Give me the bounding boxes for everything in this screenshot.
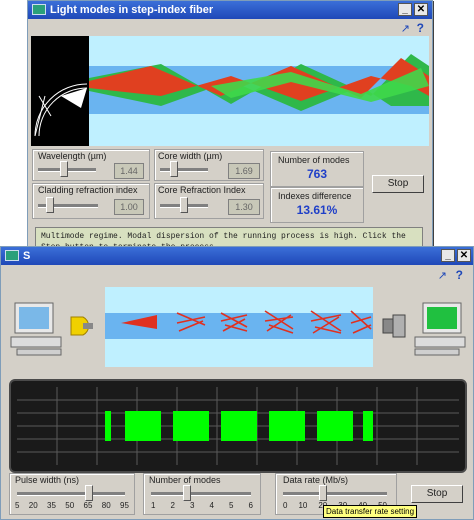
bottom-app-icon <box>5 250 19 261</box>
computer-icon <box>10 302 62 356</box>
fiber-modes-window: Light modes in step-index fiber ✕ _ ↗ ? … <box>27 0 433 277</box>
tick-label: 80 <box>101 501 111 510</box>
title-bar[interactable]: Light modes in step-index fiber ✕ _ <box>28 1 432 19</box>
tick-label: 5 <box>15 501 20 510</box>
tick-label: 1 <box>151 501 156 510</box>
bottom-window-title: S <box>23 250 31 262</box>
oscilloscope-grid <box>17 387 459 465</box>
pulse-width-slider-thumb[interactable] <box>85 485 93 501</box>
receiver-computer-icon <box>414 302 466 356</box>
help-icon[interactable]: ? <box>417 21 424 35</box>
indexes-difference-value: 13.61% <box>296 203 338 217</box>
signal-pulse <box>125 411 161 441</box>
cladding-index-readout: 1.00 <box>114 199 144 215</box>
core-width-slider-track[interactable] <box>160 168 208 172</box>
tick-label: 65 <box>83 501 93 510</box>
signal-pulse <box>317 411 353 441</box>
tick-label: 3 <box>190 501 195 510</box>
tick-label: 2 <box>170 501 175 510</box>
signal-transmission-window: S _ ✕ ↗ ? Pulse width (ns) 5 20 35 50 65… <box>0 246 474 520</box>
signal-pulse <box>221 411 257 441</box>
app-icon <box>32 4 46 15</box>
tick-label: 0 <box>283 501 288 510</box>
wavelength-slider-thumb[interactable] <box>60 161 68 177</box>
fiber-mode-display <box>31 36 429 146</box>
core-width-label: Core width (µm) <box>158 151 223 161</box>
signal-pulse <box>105 411 111 441</box>
cladding-index-label: Cladding refraction index <box>38 185 138 195</box>
fiber-channel <box>105 287 373 367</box>
num-modes-slider-track[interactable] <box>151 492 251 496</box>
modes-count-label: Number of modes <box>278 155 350 165</box>
lamp-icon <box>70 316 93 336</box>
data-rate-slider-thumb[interactable] <box>319 485 327 501</box>
minimize-button[interactable]: _ <box>398 3 412 16</box>
num-modes-slider-thumb[interactable] <box>183 485 191 501</box>
core-index-slider-thumb[interactable] <box>180 197 188 213</box>
pulse-width-ticks: 5 20 35 50 65 80 95 <box>15 501 129 510</box>
bottom-title-bar[interactable]: S <box>1 247 473 265</box>
cladding-index-slider-thumb[interactable] <box>46 197 54 213</box>
core-index-readout: 1.30 <box>228 199 260 215</box>
stop-button-bottom[interactable]: Stop <box>411 485 463 503</box>
signal-pulse <box>363 411 373 441</box>
tick-label: 4 <box>209 501 214 510</box>
wavelength-readout: 1.44 <box>114 163 144 179</box>
bottom-help-icon[interactable]: ? <box>456 268 463 282</box>
core-index-label: Core Refraction Index <box>158 185 246 195</box>
window-title: Light modes in step-index fiber <box>50 4 214 16</box>
data-rate-slider-track[interactable] <box>283 492 387 496</box>
pulse-train <box>105 411 373 441</box>
tick-label: 10 <box>298 501 308 510</box>
modes-count-value: 763 <box>306 167 328 181</box>
close-button[interactable]: ✕ <box>414 3 428 16</box>
signal-pulse <box>173 411 209 441</box>
tick-label: 5 <box>229 501 234 510</box>
bottom-pointer-icon[interactable]: ↗ <box>438 269 447 282</box>
bottom-close-button[interactable]: ✕ <box>457 249 471 262</box>
pointer-icon[interactable]: ↗ <box>401 22 410 35</box>
bottom-minimize-button[interactable]: _ <box>441 249 455 262</box>
tick-label: 50 <box>65 501 75 510</box>
signal-pulse <box>269 411 305 441</box>
pulse-width-slider-track[interactable] <box>17 492 125 496</box>
data-rate-label: Data rate (Mb/s) <box>283 475 349 485</box>
pulse-width-label: Pulse width (ns) <box>15 475 80 485</box>
tick-label: 20 <box>28 501 38 510</box>
core-width-slider-thumb[interactable] <box>170 161 178 177</box>
oscilloscope-display <box>9 379 467 473</box>
tick-label: 6 <box>248 501 253 510</box>
tick-label: 95 <box>120 501 129 510</box>
data-rate-tooltip: Data transfer rate setting <box>323 505 418 518</box>
tick-label: 35 <box>47 501 56 510</box>
indexes-difference-label: Indexes difference <box>278 191 352 201</box>
wavelength-label: Wavelength (µm) <box>38 151 107 161</box>
num-modes-label: Number of modes <box>149 475 221 485</box>
num-modes-ticks: 1 2 3 4 5 6 <box>151 501 253 510</box>
stop-button-top[interactable]: Stop <box>372 175 424 193</box>
core-width-readout: 1.69 <box>228 163 260 179</box>
receiver-icon <box>382 314 406 338</box>
